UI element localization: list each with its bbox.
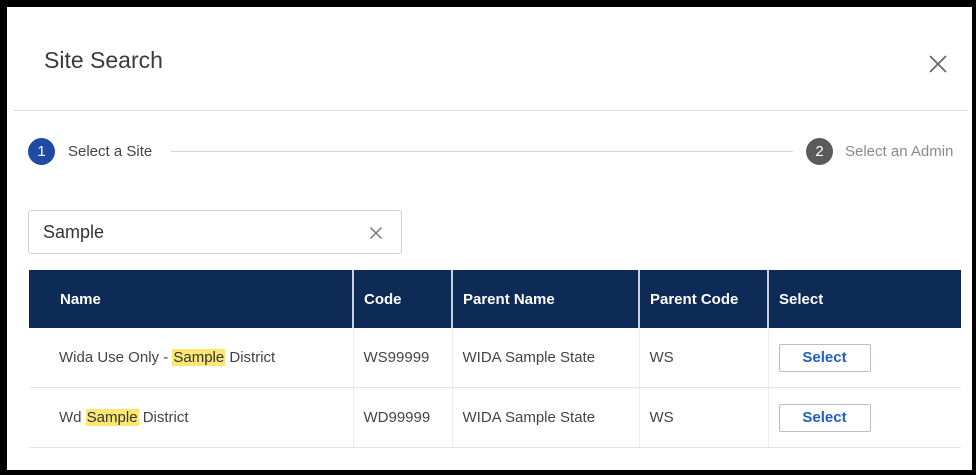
stepper: 1 Select a Site 2 Select an Admin [28, 138, 962, 166]
column-header-parent-name[interactable]: Parent Name [452, 270, 640, 328]
step-1-label: Select a Site [68, 143, 153, 160]
step-1-number: 1 [28, 138, 55, 165]
row-parent-code-cell: WS [639, 328, 769, 388]
clear-icon[interactable] [369, 226, 383, 240]
column-header-parent-code[interactable]: Parent Code [639, 270, 769, 328]
select-button[interactable]: Select [778, 403, 871, 432]
results-table: Name Code Parent Name Parent Code Select… [29, 270, 961, 448]
row-code-cell: WD99999 [353, 387, 453, 448]
select-button[interactable]: Select [778, 343, 871, 372]
column-header-code[interactable]: Code [353, 270, 453, 328]
row-select-cell: Select [768, 387, 961, 448]
row-select-cell: Select [768, 328, 961, 388]
table-header-row: Name Code Parent Name Parent Code Select [29, 270, 961, 328]
name-text-after: District [138, 409, 189, 426]
row-parent-code-cell: WS [639, 387, 769, 448]
row-name-cell: Wd Sample District [29, 387, 354, 448]
site-search-field [28, 210, 402, 254]
stepper-connector-line [171, 151, 793, 152]
search-match-highlight: Sample [85, 409, 139, 426]
name-text-before: Wida Use Only - [59, 349, 173, 366]
table-row: Wd Sample District WD99999 WIDA Sample S… [29, 387, 961, 448]
close-icon[interactable] [926, 52, 950, 76]
dialog-title: Site Search [44, 47, 163, 73]
step-2-number: 2 [806, 138, 833, 165]
column-header-select: Select [768, 270, 961, 328]
dialog-header: Site Search [14, 14, 968, 111]
row-code-cell: WS99999 [353, 328, 453, 388]
search-match-highlight: Sample [172, 349, 226, 366]
name-text-after: District [225, 349, 276, 366]
row-parent-name-cell: WIDA Sample State [452, 328, 640, 388]
row-name-cell: Wida Use Only - Sample District [29, 328, 354, 388]
step-2-label: Select an Admin [845, 143, 954, 160]
table-row: Wida Use Only - Sample District WS99999 … [29, 328, 961, 388]
column-header-name[interactable]: Name [29, 270, 354, 328]
name-text-before: Wd [59, 409, 86, 426]
row-parent-name-cell: WIDA Sample State [452, 387, 640, 448]
search-input[interactable] [29, 211, 359, 253]
